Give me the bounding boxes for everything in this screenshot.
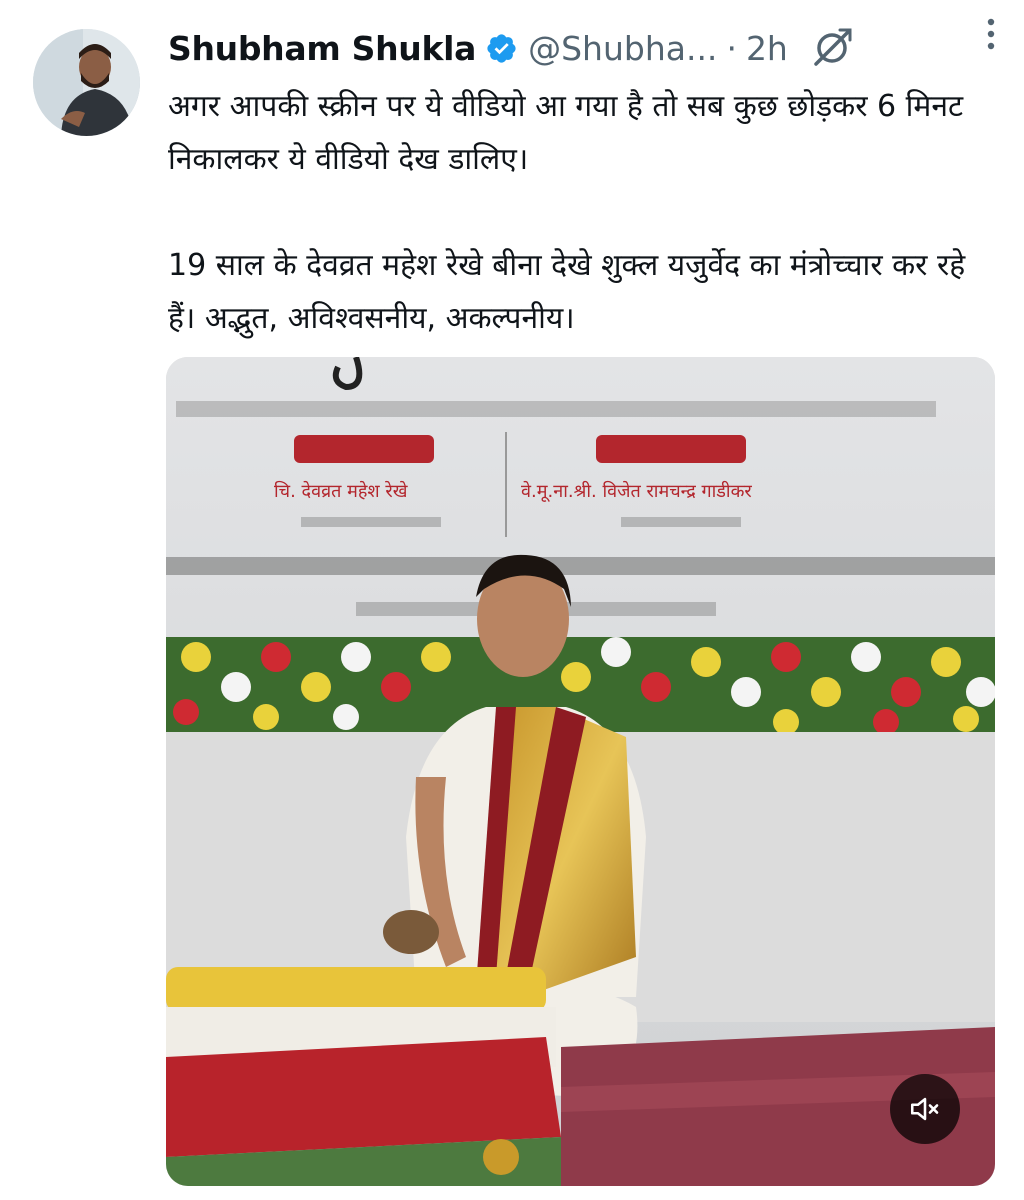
more-options-icon[interactable] [978, 14, 1004, 54]
verified-badge-icon [487, 33, 516, 63]
author-avatar[interactable] [33, 29, 140, 136]
grok-icon[interactable] [810, 26, 854, 70]
tweet-video[interactable]: चि. देवव्रत महेश रेखे वे.मू.ना.श्री. विज… [166, 357, 995, 1186]
author-name[interactable]: Shubham Shukla [168, 29, 476, 68]
avatar-photo [33, 29, 140, 136]
author-handle[interactable]: @Shubha... [528, 29, 717, 68]
banner-name-left: चि. देवव्रत महेश रेखे [274, 480, 408, 502]
volume-muted-icon [910, 1097, 939, 1121]
timestamp[interactable]: 2h [746, 29, 788, 68]
mute-button[interactable] [890, 1074, 960, 1144]
banner-name-right: वे.मू.ना.श्री. विजेत रामचन्द्र गाडीकर [521, 480, 752, 502]
video-frame: चि. देवव्रत महेश रेखे वे.मू.ना.श्री. विज… [166, 357, 995, 1186]
tweet-text: अगर आपकी स्क्रीन पर ये वीडियो आ गया है त… [168, 89, 966, 336]
tweet-header: Shubham Shukla @Shubha... · 2h [168, 20, 1014, 76]
separator-dot: · [726, 28, 737, 68]
